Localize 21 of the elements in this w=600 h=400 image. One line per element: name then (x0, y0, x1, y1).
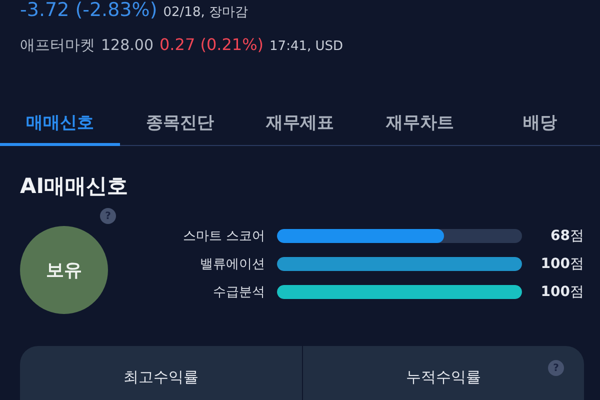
signal-badge: 보유 (20, 226, 108, 314)
tab[interactable]: 종목진단 (120, 103, 240, 146)
tab[interactable]: 재무차트 (360, 103, 480, 146)
after-market-change: 0.27 (0.21%) (160, 35, 264, 54)
quote-date: 02/18, 장마감 (163, 4, 248, 21)
score-label: 스마트 스코어 (182, 228, 265, 245)
price-change: -3.72 (-2.83%) (20, 0, 158, 21)
score-value: 100점 (540, 283, 584, 301)
section-title: AI매매신호 (20, 173, 130, 200)
score-label: 밸류에이션 (199, 256, 265, 273)
tab[interactable]: 재무제표 (240, 103, 360, 146)
tab[interactable]: 매매신호 (0, 103, 120, 146)
after-market-price: 128.00 (101, 36, 154, 54)
score-value: 68점 (550, 227, 584, 245)
returns-label: 누적수익률 (406, 368, 481, 386)
score-value: 100점 (540, 255, 584, 273)
after-market-label: 애프터마켓 (20, 36, 95, 55)
after-market-time: 17:41, USD (270, 39, 344, 54)
tab[interactable]: 배당 (480, 103, 600, 146)
score-label: 수급분석 (212, 284, 265, 301)
returns-label: 최고수익률 (123, 368, 198, 386)
